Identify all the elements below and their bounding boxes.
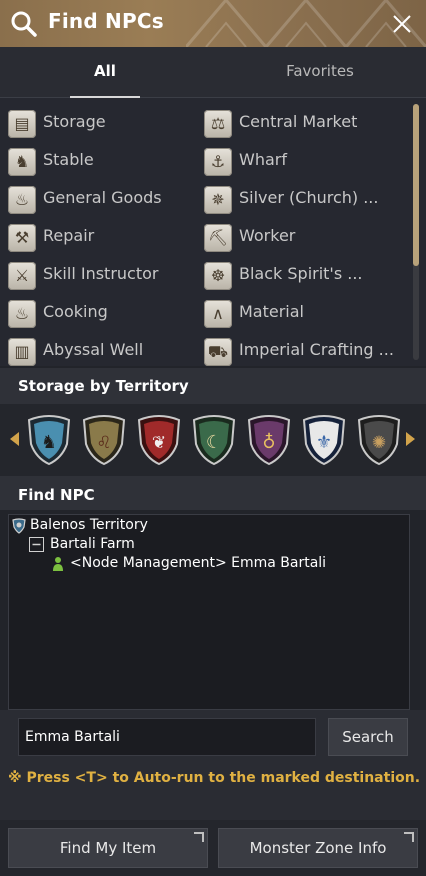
anvil-icon: ⚒ [8,224,36,252]
category-skill-instructor[interactable]: ⚔ Skill Instructor [0,253,196,291]
crossed-swords-icon: ⚔ [8,262,36,290]
tab-bar: All Favorites [0,47,426,98]
category-label: Worker [239,226,296,245]
balenos-crest[interactable]: ♞ [26,414,72,466]
search-icon [11,11,37,37]
category-label: Abyssal Well [43,340,144,359]
window-title: Find NPCs [48,9,164,33]
category-stable[interactable]: ♞ Stable [0,139,196,177]
popout-icon [404,832,414,842]
find-my-item-button[interactable]: Find My Item [8,828,208,868]
territory-section-header: Storage by Territory [0,368,426,404]
drieghan-crest[interactable]: ✺ [356,414,402,466]
spirit-icon: ☸ [204,262,232,290]
section-title: Storage by Territory [18,377,189,395]
npc-category-list: ▤ Storage ⚖ Central Market ♞ Stable ⚓ Wh… [0,98,426,366]
scales-icon: ⚖ [204,110,232,138]
category-wharf[interactable]: ⚓ Wharf [196,139,406,177]
category-label: Imperial Crafting ... [239,340,394,359]
category-label: General Goods [43,188,162,207]
svg-text:✺: ✺ [372,433,386,453]
valencia-crest[interactable]: ♁ [246,414,292,466]
search-panel: Search ※ Press <T> to Auto-run to the ma… [0,710,426,820]
category-label: Repair [43,226,95,245]
svg-text:♌: ♌ [96,433,111,453]
category-material[interactable]: ∧ Material [196,291,406,329]
calpheon-crest[interactable]: ❦ [136,414,182,466]
anchor-icon: ⚓ [204,148,232,176]
npc-pin-icon [53,557,63,571]
bottom-bar: Find My Item Monster Zone Info [0,820,426,876]
svg-text:⚜: ⚜ [316,432,332,453]
category-repair[interactable]: ⚒ Repair [0,215,196,253]
category-storage[interactable]: ▤ Storage [0,101,196,139]
category-black-spirit[interactable]: ☸ Black Spirit's ... [196,253,406,291]
button-label: Monster Zone Info [249,839,387,857]
horse-icon: ♞ [8,148,36,176]
category-central-market[interactable]: ⚖ Central Market [196,101,406,139]
serendia-crest[interactable]: ♌ [81,414,127,466]
territory-carousel: ♞ ♌ ❦ ☾ ♁ ⚜ ✺ [0,404,426,476]
category-label: Skill Instructor [43,264,159,283]
crafting-icon: ⛟ [204,338,232,366]
storage-icon: ▤ [8,110,36,138]
npc-result-tree: Balenos Territory Bartali Farm <Node Man… [8,514,410,710]
pickaxe-icon: ⛏ [204,224,232,252]
arrow-right-icon[interactable] [406,432,415,446]
category-abyssal-well[interactable]: ▥ Abyssal Well [0,329,196,367]
category-imperial-crafting[interactable]: ⛟ Imperial Crafting ... [196,329,406,367]
category-cooking[interactable]: ♨ Cooking [0,291,196,329]
territory-shield-icon [12,518,26,534]
svg-text:☾: ☾ [206,432,222,453]
collapse-icon[interactable] [29,537,44,552]
church-icon: ✵ [204,186,232,214]
section-title: Find NPC [18,486,95,504]
cooking-icon: ♨ [8,300,36,328]
material-icon: ∧ [204,300,232,328]
tree-npc-entry[interactable]: <Node Management> Emma Bartali [70,555,326,571]
button-label: Find My Item [59,839,157,857]
category-label: Storage [43,112,106,131]
kamasylvia-crest[interactable]: ⚜ [301,414,347,466]
category-label: Black Spirit's ... [239,264,363,283]
bag-icon: ♨ [8,186,36,214]
search-button[interactable]: Search [328,718,408,756]
svg-text:♞: ♞ [41,432,57,453]
category-label: Silver (Church) ... [239,188,379,207]
monster-zone-info-button[interactable]: Monster Zone Info [218,828,418,868]
tree-node[interactable]: Bartali Farm [50,536,135,552]
category-label: Stable [43,150,94,169]
scrollbar-thumb[interactable] [413,104,419,266]
svg-text:♁: ♁ [262,432,275,453]
tab-favorites[interactable]: Favorites [260,47,380,97]
arrow-left-icon[interactable] [10,432,19,446]
find-npc-header: Find NPC [0,476,426,510]
well-icon: ▥ [8,338,36,366]
title-bar: Find NPCs [0,0,426,47]
category-silver-church[interactable]: ✵ Silver (Church) ... [196,177,406,215]
close-icon[interactable] [390,12,414,36]
npc-search-input[interactable] [18,718,316,756]
category-worker[interactable]: ⛏ Worker [196,215,406,253]
popout-icon [194,832,204,842]
category-label: Cooking [43,302,108,321]
category-general-goods[interactable]: ♨ General Goods [0,177,196,215]
mediah-crest[interactable]: ☾ [191,414,237,466]
category-label: Material [239,302,304,321]
category-label: Wharf [239,150,287,169]
auto-run-hint: ※ Press <T> to Auto-run to the marked de… [8,770,421,786]
tree-territory[interactable]: Balenos Territory [30,517,148,533]
svg-text:❦: ❦ [152,433,166,453]
category-label: Central Market [239,112,358,131]
tab-all[interactable]: All [70,47,140,98]
